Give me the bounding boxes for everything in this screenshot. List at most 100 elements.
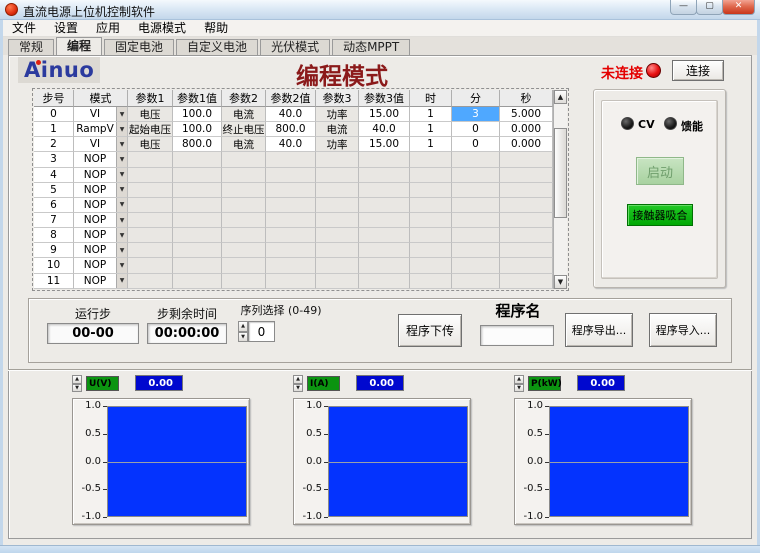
mode-dropdown[interactable]: NOP▼ xyxy=(74,243,128,258)
table-cell[interactable]: 15.00 xyxy=(359,137,410,152)
program-import-button[interactable]: 程序导入... xyxy=(649,313,717,347)
dropdown-arrow-icon[interactable]: ▼ xyxy=(116,274,127,288)
mode-dropdown[interactable]: NOP▼ xyxy=(74,213,128,228)
table-cell[interactable]: 800.0 xyxy=(173,137,222,152)
menu-item-4[interactable]: 帮助 xyxy=(195,20,237,37)
run-step-display: 00-00 xyxy=(47,323,139,344)
table-cell xyxy=(359,228,410,243)
table-cell[interactable]: 0 xyxy=(452,122,500,137)
dropdown-arrow-icon[interactable]: ▼ xyxy=(116,228,127,242)
program-download-button[interactable]: 程序下传 xyxy=(398,314,462,347)
start-button[interactable]: 启动 xyxy=(636,157,684,185)
menu-item-3[interactable]: 电源模式 xyxy=(129,20,195,37)
tab-4[interactable]: 光伏模式 xyxy=(260,39,330,55)
table-cell[interactable]: 40.0 xyxy=(359,122,410,137)
program-name-input[interactable] xyxy=(480,325,554,346)
contactor-button[interactable]: 接触器吸合 xyxy=(627,204,693,226)
connection-status: 未连接 xyxy=(601,63,643,83)
dropdown-arrow-icon[interactable]: ▼ xyxy=(116,122,127,136)
table-cell[interactable]: 3 xyxy=(452,107,500,122)
dropdown-arrow-icon[interactable]: ▼ xyxy=(116,198,127,212)
mode-dropdown[interactable]: NOP▼ xyxy=(74,258,128,273)
table-cell: 电压 xyxy=(128,107,173,122)
table-row: 4NOP▼ xyxy=(34,168,553,183)
table-cell xyxy=(452,243,500,258)
spinner-down-icon[interactable]: ▼ xyxy=(238,332,248,343)
spinner-up-icon[interactable]: ▲ xyxy=(72,375,82,384)
table-cell xyxy=(500,274,553,289)
table-cell[interactable]: 800.0 xyxy=(266,122,316,137)
sequence-spinner[interactable]: ▲ ▼ xyxy=(238,321,248,342)
window-bottom-border xyxy=(0,545,760,553)
table-cell[interactable]: 100.0 xyxy=(173,122,222,137)
table-cell xyxy=(452,228,500,243)
mode-dropdown[interactable]: NOP▼ xyxy=(74,183,128,198)
connect-button[interactable]: 连接 xyxy=(672,60,724,81)
dropdown-arrow-icon[interactable]: ▼ xyxy=(116,152,127,166)
chart-spinner[interactable]: ▲▼ xyxy=(72,375,82,392)
scrollbar-thumb[interactable] xyxy=(554,128,567,218)
table-cell[interactable]: 0 xyxy=(452,137,500,152)
spinner-up-icon[interactable]: ▲ xyxy=(514,375,524,384)
spinner-up-icon[interactable]: ▲ xyxy=(238,321,248,332)
tab-2[interactable]: 固定电池 xyxy=(104,39,174,55)
mode-dropdown[interactable]: RampV▼ xyxy=(74,122,128,137)
mode-dropdown[interactable]: NOP▼ xyxy=(74,274,128,289)
spinner-up-icon[interactable]: ▲ xyxy=(293,375,303,384)
mode-dropdown[interactable]: VI▼ xyxy=(74,137,128,152)
table-cell[interactable]: 0.000 xyxy=(500,122,553,137)
table-cell xyxy=(266,274,316,289)
mode-dropdown[interactable]: NOP▼ xyxy=(74,168,128,183)
table-scrollbar[interactable]: ▲ ▼ xyxy=(553,90,567,289)
axis-tick-mark xyxy=(324,489,328,490)
tab-5[interactable]: 动态MPPT xyxy=(332,39,410,55)
close-button[interactable]: ✕ xyxy=(722,0,755,15)
spinner-down-icon[interactable]: ▼ xyxy=(72,384,82,393)
table-cell xyxy=(128,198,173,213)
tab-1[interactable]: 编程 xyxy=(56,37,102,55)
mode-dropdown[interactable]: NOP▼ xyxy=(74,152,128,167)
table-cell[interactable]: 40.0 xyxy=(266,137,316,152)
menu-item-1[interactable]: 设置 xyxy=(45,20,87,37)
table-cell[interactable]: 1 xyxy=(410,122,452,137)
table-cell[interactable]: 40.0 xyxy=(266,107,316,122)
spinner-down-icon[interactable]: ▼ xyxy=(514,384,524,393)
spinner-down-icon[interactable]: ▼ xyxy=(293,384,303,393)
dropdown-arrow-icon[interactable]: ▼ xyxy=(116,107,127,121)
maximize-button[interactable]: ▢ xyxy=(696,0,723,15)
mode-dropdown[interactable]: NOP▼ xyxy=(74,228,128,243)
program-export-button[interactable]: 程序导出... xyxy=(565,313,633,347)
chart-spinner[interactable]: ▲▼ xyxy=(514,375,524,392)
table-cell xyxy=(452,183,500,198)
dropdown-arrow-icon[interactable]: ▼ xyxy=(116,137,127,151)
table-cell[interactable]: 1 xyxy=(410,107,452,122)
axis-tick-mark xyxy=(545,462,549,463)
scroll-up-icon[interactable]: ▲ xyxy=(554,90,567,104)
mode-dropdown[interactable]: NOP▼ xyxy=(74,198,128,213)
dropdown-arrow-icon[interactable]: ▼ xyxy=(116,168,127,182)
table-cell[interactable]: 0.000 xyxy=(500,137,553,152)
dropdown-arrow-icon[interactable]: ▼ xyxy=(116,213,127,227)
axis-tick-label: -0.5 xyxy=(517,484,543,494)
dropdown-arrow-icon[interactable]: ▼ xyxy=(116,243,127,257)
table-cell: 7 xyxy=(34,213,74,228)
table-cell[interactable]: 15.00 xyxy=(359,107,410,122)
menu-item-0[interactable]: 文件 xyxy=(3,20,45,37)
table-cell[interactable]: 1 xyxy=(410,137,452,152)
dropdown-arrow-icon[interactable]: ▼ xyxy=(116,258,127,272)
table-cell[interactable]: 100.0 xyxy=(173,107,222,122)
logo-text: Ainuo xyxy=(24,58,94,82)
dropdown-arrow-icon[interactable]: ▼ xyxy=(116,183,127,197)
scroll-down-icon[interactable]: ▼ xyxy=(554,275,567,289)
table-cell xyxy=(173,213,222,228)
menu-item-2[interactable]: 应用 xyxy=(87,20,129,37)
chart-spinner[interactable]: ▲▼ xyxy=(293,375,303,392)
minimize-button[interactable]: — xyxy=(670,0,697,15)
tab-0[interactable]: 常规 xyxy=(8,39,54,55)
table-cell[interactable]: 5.000 xyxy=(500,107,553,122)
mode-dropdown[interactable]: VI▼ xyxy=(74,107,128,122)
sequence-input[interactable]: 0 xyxy=(248,321,275,342)
tab-3[interactable]: 自定义电池 xyxy=(176,39,258,55)
table-cell xyxy=(222,198,266,213)
column-header: 模式 xyxy=(74,90,128,107)
